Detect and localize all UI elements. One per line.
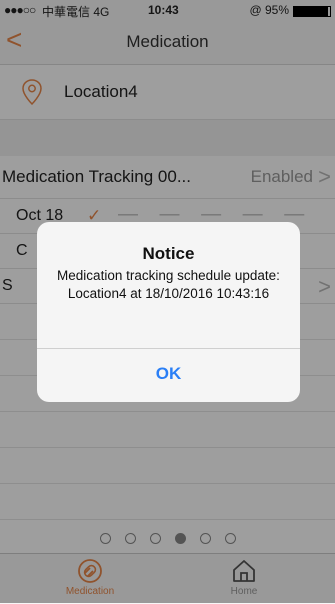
notice-dialog: Notice Medication tracking schedule upda…: [37, 222, 300, 402]
dialog-message: Medication tracking schedule update: Loc…: [57, 268, 280, 301]
dialog-title: Notice: [142, 244, 195, 263]
ok-button[interactable]: OK: [37, 349, 300, 402]
